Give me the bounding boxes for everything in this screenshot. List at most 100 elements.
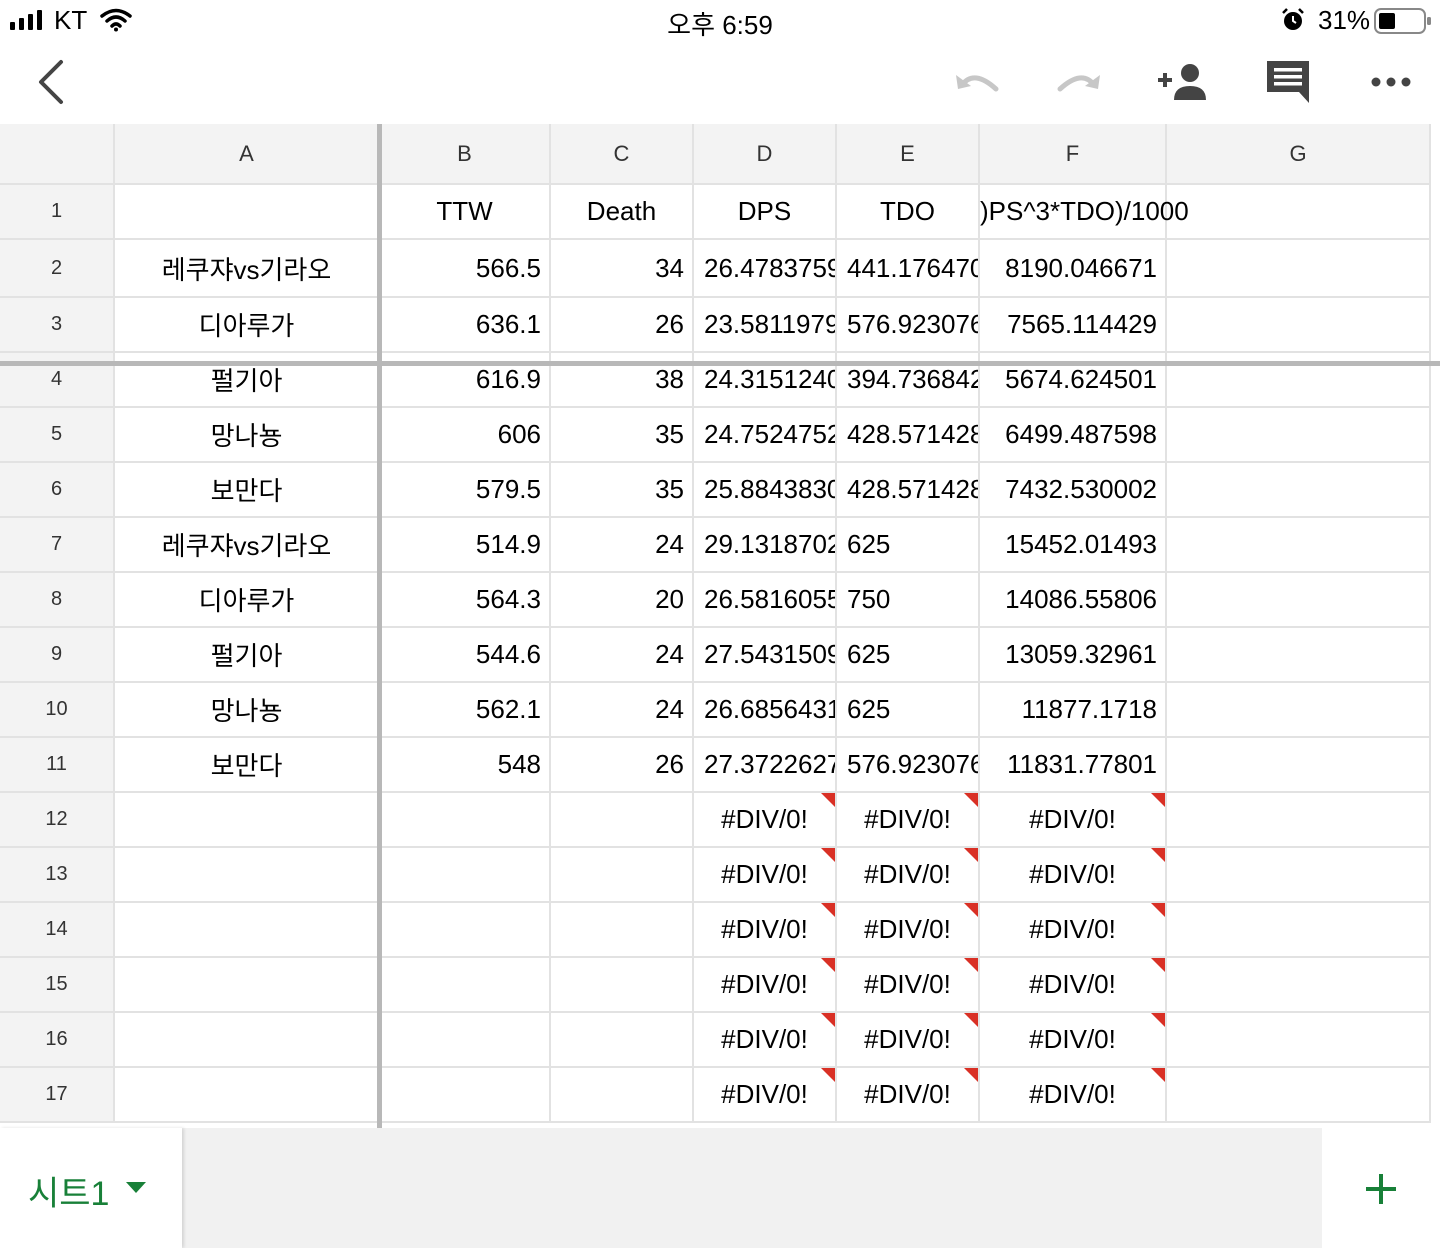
cell-b2[interactable]: 566.5	[380, 240, 551, 298]
cell-c10[interactable]: 24	[551, 683, 694, 738]
cell-a15[interactable]	[115, 958, 380, 1013]
cell-g1[interactable]	[1167, 185, 1431, 240]
row-header[interactable]: 3	[0, 298, 115, 353]
cell-a2[interactable]: 레쿠쟈vs기라오	[115, 240, 380, 298]
cell-f10[interactable]: 11877.1718	[980, 683, 1167, 738]
cell-c15[interactable]	[551, 958, 694, 1013]
cell-d16[interactable]: #DIV/0!	[694, 1013, 837, 1068]
cell-b7[interactable]: 514.9	[380, 518, 551, 573]
cell-f15[interactable]: #DIV/0!	[980, 958, 1167, 1013]
cell-f13[interactable]: #DIV/0!	[980, 848, 1167, 903]
frozen-row-divider[interactable]	[0, 361, 1440, 366]
cell-c3[interactable]: 26	[551, 298, 694, 353]
column-header-b[interactable]: B	[380, 124, 551, 185]
cell-g7[interactable]	[1167, 518, 1431, 573]
cell-e14[interactable]: #DIV/0!	[837, 903, 980, 958]
row-header[interactable]: 14	[0, 903, 115, 958]
undo-button[interactable]	[948, 58, 1004, 106]
cell-d7[interactable]: 29.1318702	[694, 518, 837, 573]
cell-d10[interactable]: 26.6856431	[694, 683, 837, 738]
cell-g12[interactable]	[1167, 793, 1431, 848]
cell-a1[interactable]	[115, 185, 380, 240]
cell-b12[interactable]	[380, 793, 551, 848]
cell-f2[interactable]: 8190.046671	[980, 240, 1167, 298]
spreadsheet-grid[interactable]: A B C D E F G 1 TTW Death DPS TDO)PS^3*TDO)/1000 2 레쿠…	[0, 124, 1440, 1128]
cell-g13[interactable]	[1167, 848, 1431, 903]
cell-b1[interactable]: TTW	[380, 185, 551, 240]
cell-e13[interactable]: #DIV/0!	[837, 848, 980, 903]
cell-c12[interactable]	[551, 793, 694, 848]
cell-f16[interactable]: #DIV/0!	[980, 1013, 1167, 1068]
cell-d13[interactable]: #DIV/0!	[694, 848, 837, 903]
select-all-corner[interactable]	[0, 124, 115, 185]
cell-e1[interactable]: TDO	[837, 185, 980, 240]
cell-b6[interactable]: 579.5	[380, 463, 551, 518]
row-header[interactable]: 12	[0, 793, 115, 848]
cell-e8[interactable]: 750	[837, 573, 980, 628]
cell-b16[interactable]	[380, 1013, 551, 1068]
cell-a11[interactable]: 보만다	[115, 738, 380, 793]
cell-e7[interactable]: 625	[837, 518, 980, 573]
cell-a10[interactable]: 망나뇽	[115, 683, 380, 738]
cell-f5[interactable]: 6499.487598	[980, 408, 1167, 463]
cell-g8[interactable]	[1167, 573, 1431, 628]
row-header[interactable]: 2	[0, 240, 115, 298]
cell-d1[interactable]: DPS	[694, 185, 837, 240]
cell-e10[interactable]: 625	[837, 683, 980, 738]
cell-a7[interactable]: 레쿠쟈vs기라오	[115, 518, 380, 573]
cell-f7[interactable]: 15452.01493	[980, 518, 1167, 573]
cell-b9[interactable]: 544.6	[380, 628, 551, 683]
cell-b11[interactable]: 548	[380, 738, 551, 793]
cell-c2[interactable]: 34	[551, 240, 694, 298]
row-header[interactable]: 13	[0, 848, 115, 903]
cell-f11[interactable]: 11831.77801	[980, 738, 1167, 793]
row-header[interactable]: 9	[0, 628, 115, 683]
cell-f8[interactable]: 14086.55806	[980, 573, 1167, 628]
cell-e15[interactable]: #DIV/0!	[837, 958, 980, 1013]
cell-d17[interactable]: #DIV/0!	[694, 1068, 837, 1123]
cell-a6[interactable]: 보만다	[115, 463, 380, 518]
dropdown-arrow-icon[interactable]	[126, 1182, 146, 1194]
redo-button[interactable]	[1052, 58, 1108, 106]
cell-b17[interactable]	[380, 1068, 551, 1123]
cell-a16[interactable]	[115, 1013, 380, 1068]
cell-c8[interactable]: 20	[551, 573, 694, 628]
cell-g15[interactable]	[1167, 958, 1431, 1013]
cell-d11[interactable]: 27.3722627	[694, 738, 837, 793]
row-header[interactable]: 11	[0, 738, 115, 793]
row-header[interactable]: 6	[0, 463, 115, 518]
cell-d8[interactable]: 26.5816055	[694, 573, 837, 628]
cell-b5[interactable]: 606	[380, 408, 551, 463]
cell-g6[interactable]	[1167, 463, 1431, 518]
cell-c13[interactable]	[551, 848, 694, 903]
cell-g3[interactable]	[1167, 298, 1431, 353]
share-button[interactable]	[1154, 58, 1214, 106]
cell-d9[interactable]: 27.5431509	[694, 628, 837, 683]
cell-e12[interactable]: #DIV/0!	[837, 793, 980, 848]
column-header-g[interactable]: G	[1167, 124, 1431, 185]
cell-a17[interactable]	[115, 1068, 380, 1123]
frozen-column-divider[interactable]	[377, 124, 382, 1128]
column-header-c[interactable]: C	[551, 124, 694, 185]
add-sheet-icon[interactable]	[1364, 1172, 1398, 1206]
row-header[interactable]: 7	[0, 518, 115, 573]
cell-g16[interactable]	[1167, 1013, 1431, 1068]
cell-d3[interactable]: 23.5811979	[694, 298, 837, 353]
cell-f9[interactable]: 13059.32961	[980, 628, 1167, 683]
cell-g10[interactable]	[1167, 683, 1431, 738]
cell-a3[interactable]: 디아루가	[115, 298, 380, 353]
cell-g17[interactable]	[1167, 1068, 1431, 1123]
row-header[interactable]: 16	[0, 1013, 115, 1068]
cell-b15[interactable]	[380, 958, 551, 1013]
cell-b14[interactable]	[380, 903, 551, 958]
cell-g2[interactable]	[1167, 240, 1431, 298]
cell-b3[interactable]: 636.1	[380, 298, 551, 353]
cell-b10[interactable]: 562.1	[380, 683, 551, 738]
row-header[interactable]: 10	[0, 683, 115, 738]
cell-f17[interactable]: #DIV/0!	[980, 1068, 1167, 1123]
cell-a14[interactable]	[115, 903, 380, 958]
cell-e2[interactable]: 441.176470	[837, 240, 980, 298]
cell-c1[interactable]: Death	[551, 185, 694, 240]
sheet-tab-1[interactable]: 시트1	[0, 1128, 182, 1248]
more-options-button[interactable]	[1366, 58, 1416, 106]
